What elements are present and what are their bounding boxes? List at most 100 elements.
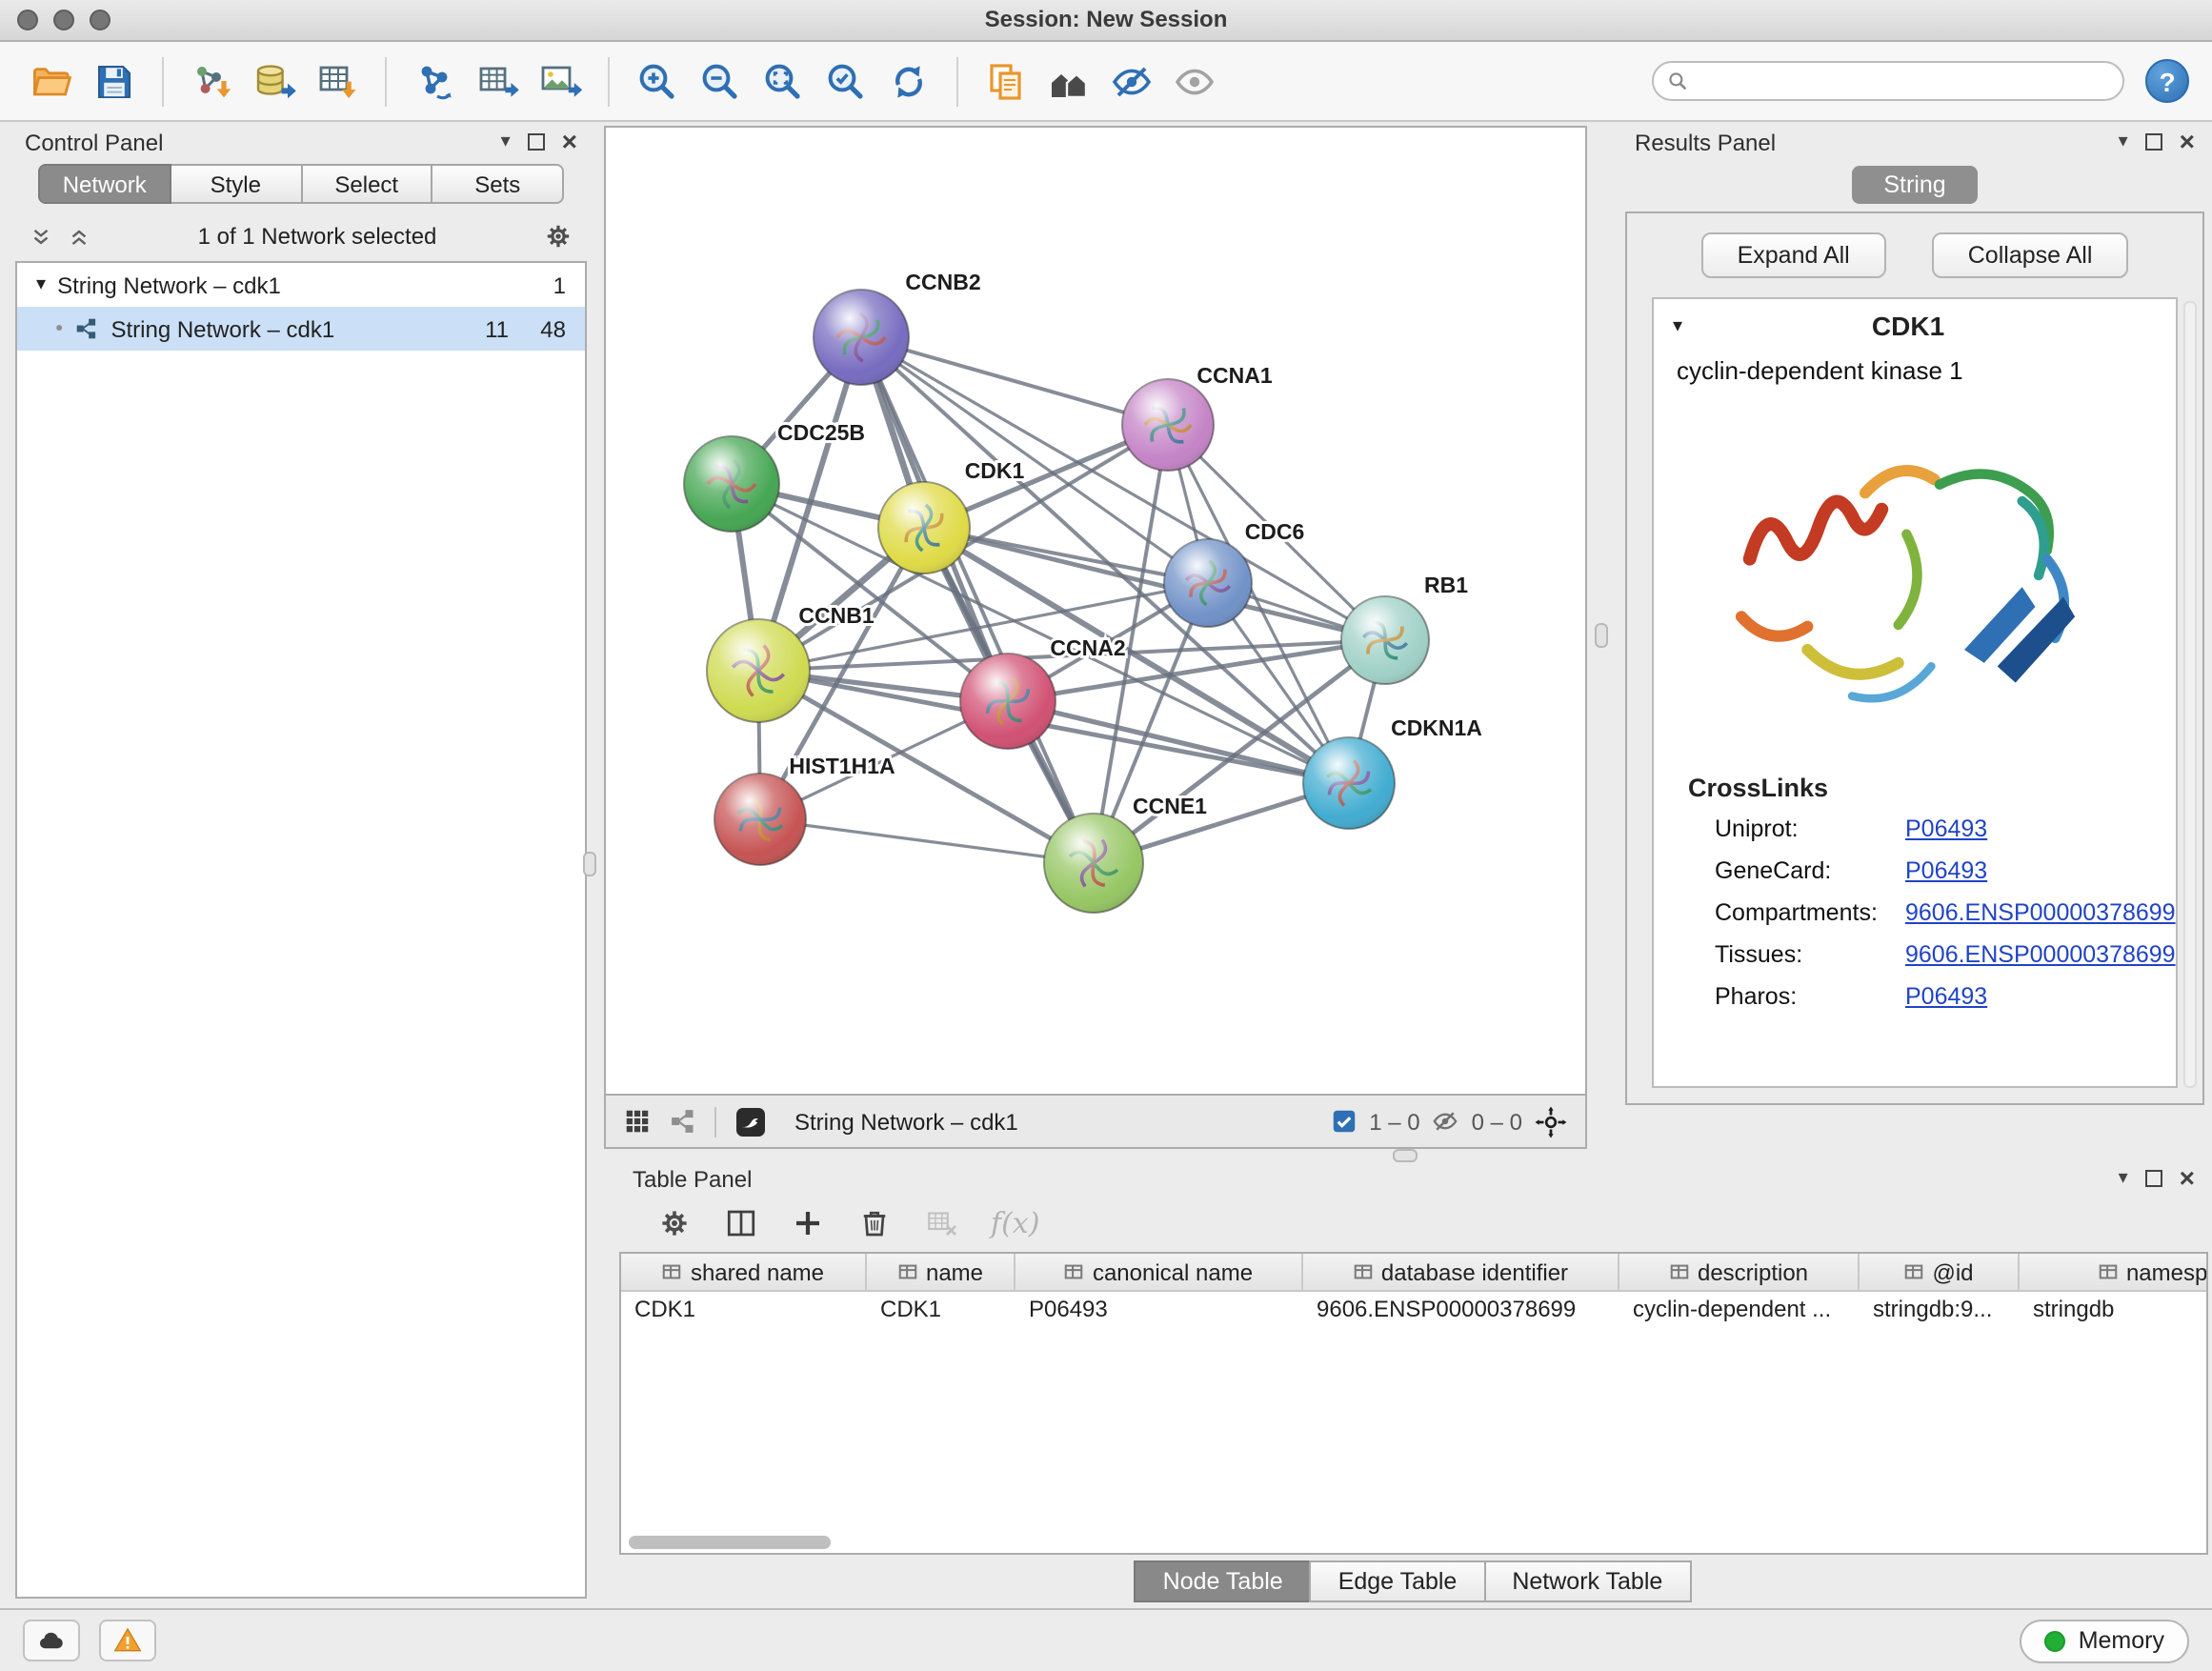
show-columns-icon[interactable]: [724, 1206, 758, 1240]
results-panel-menu-icon[interactable]: ▾: [2119, 132, 2128, 151]
panel-menu-icon[interactable]: ▾: [501, 132, 511, 151]
table-close-panel-icon[interactable]: ×: [2180, 1163, 2195, 1190]
float-panel-icon[interactable]: [528, 133, 545, 151]
results-close-panel-icon[interactable]: ×: [2180, 127, 2195, 153]
import-table-from-file-button[interactable]: [309, 52, 366, 110]
network-node-ccnb1[interactable]: [707, 619, 810, 722]
tab-network[interactable]: Network: [38, 164, 171, 204]
network-edge[interactable]: [861, 337, 1094, 863]
first-neighbors-button[interactable]: [1040, 52, 1097, 110]
network-node-cdc25b[interactable]: [684, 436, 779, 532]
save-session-button[interactable]: [86, 52, 143, 110]
tab-select[interactable]: Select: [302, 164, 433, 204]
network-edge[interactable]: [1008, 701, 1349, 783]
export-image-button[interactable]: [532, 52, 589, 110]
zoom-fit-button[interactable]: [754, 52, 812, 110]
gene-collapse-icon[interactable]: ▾: [1673, 315, 1682, 336]
import-network-from-file-button[interactable]: [183, 52, 240, 110]
splitter-handle-left[interactable]: [583, 852, 596, 876]
column-header-namespace[interactable]: namespace: [2020, 1254, 2208, 1290]
import-network-from-database-button[interactable]: [246, 52, 303, 110]
warnings-button[interactable]: [99, 1620, 156, 1661]
maximize-window-button[interactable]: [90, 10, 111, 30]
network-node-hist1h1a[interactable]: [714, 774, 806, 865]
column-header--id[interactable]: @id: [1860, 1254, 2020, 1290]
crosslink-link[interactable]: 9606.ENSP00000378699: [1905, 941, 2176, 968]
help-button[interactable]: ?: [2145, 59, 2189, 103]
collapse-all-networks-icon[interactable]: [29, 224, 53, 249]
minimize-window-button[interactable]: [53, 10, 74, 30]
grid-view-icon[interactable]: [623, 1107, 652, 1136]
apply-preferred-layout-button[interactable]: [880, 52, 937, 110]
export-table-button[interactable]: [469, 52, 526, 110]
network-node-ccnb2[interactable]: [814, 290, 909, 385]
column-header-database-identifier[interactable]: database identifier: [1303, 1254, 1619, 1290]
column-header-name[interactable]: name: [867, 1254, 1016, 1290]
open-session-button[interactable]: [23, 52, 80, 110]
tree-expanded-icon[interactable]: ▾: [36, 274, 46, 295]
tab-sets[interactable]: Sets: [433, 164, 565, 204]
network-node-ccne1[interactable]: [1044, 814, 1143, 913]
tab-network-table[interactable]: Network Table: [1483, 1560, 1691, 1602]
hidden-eye-slash-icon[interactable]: [1432, 1107, 1460, 1136]
network-node-rb1[interactable]: [1341, 596, 1429, 684]
expand-all-networks-icon[interactable]: [67, 224, 91, 249]
table-cell[interactable]: CDK1: [621, 1292, 867, 1330]
results-scrollbar[interactable]: [2183, 301, 2197, 1088]
crosslink-link[interactable]: P06493: [1905, 815, 1987, 842]
network-options-gear-icon[interactable]: [543, 221, 573, 252]
close-window-button[interactable]: [17, 10, 38, 30]
selected-checkbox-icon[interactable]: [1329, 1107, 1357, 1136]
column-header-canonical-name[interactable]: canonical name: [1016, 1254, 1303, 1290]
results-float-panel-icon[interactable]: [2145, 133, 2162, 151]
tab-edge-table[interactable]: Edge Table: [1310, 1560, 1486, 1602]
new-network-from-selection-button[interactable]: [406, 52, 463, 110]
crosslink-link[interactable]: 9606.ENSP00000378699: [1905, 899, 2176, 926]
table-cell[interactable]: CDK1: [867, 1292, 1016, 1330]
network-node-ccna2[interactable]: [960, 654, 1056, 749]
splitter-handle-bottom[interactable]: [1393, 1149, 1418, 1162]
splitter-handle-right[interactable]: [1595, 623, 1608, 648]
memory-button[interactable]: Memory: [2020, 1619, 2189, 1662]
network-node-cdkn1a[interactable]: [1303, 737, 1395, 829]
network-node-cdc6[interactable]: [1164, 539, 1252, 627]
crosslink-link[interactable]: P06493: [1905, 857, 1987, 884]
network-canvas[interactable]: CCNB2CCNA1CDC25BCDK1CDC6RB1CCNB1CCNA2CDK…: [604, 126, 1587, 1096]
network-node-ccna1[interactable]: [1122, 379, 1214, 471]
show-all-button[interactable]: [1166, 52, 1223, 110]
copy-button[interactable]: [977, 52, 1035, 110]
table-horizontal-scrollbar[interactable]: [629, 1536, 831, 1549]
zoom-out-button[interactable]: [692, 52, 749, 110]
table-panel-menu-icon[interactable]: ▾: [2119, 1169, 2128, 1188]
hide-selected-button[interactable]: [1103, 52, 1160, 110]
network-row[interactable]: ● String Network – cdk1 11 48: [17, 307, 585, 351]
collapse-all-button[interactable]: Collapse All: [1932, 232, 2129, 278]
zoom-selected-button[interactable]: [817, 52, 875, 110]
table-cell[interactable]: cyclin-dependent ...: [1619, 1292, 1860, 1330]
delete-column-icon[interactable]: [857, 1206, 892, 1240]
cloud-button[interactable]: [23, 1620, 80, 1661]
table-cell[interactable]: P06493: [1016, 1292, 1303, 1330]
close-panel-icon[interactable]: ×: [562, 127, 577, 153]
node-table-row[interactable]: CDK1CDK1P064939606.ENSP00000378699cyclin…: [621, 1292, 2206, 1330]
network-node-cdk1[interactable]: [878, 482, 970, 574]
tab-style[interactable]: Style: [171, 164, 303, 204]
network-collection-row[interactable]: ▾ String Network – cdk1 1: [17, 263, 585, 307]
table-cell[interactable]: stringdb: [2020, 1292, 2208, 1330]
cytoscape-bird-icon[interactable]: [734, 1104, 768, 1138]
table-cell[interactable]: 9606.ENSP00000378699: [1303, 1292, 1619, 1330]
gene-card-header[interactable]: ▾ CDK1: [1654, 299, 2176, 352]
table-settings-gear-icon[interactable]: [657, 1206, 692, 1240]
search-input[interactable]: [1652, 61, 2124, 101]
tab-node-table[interactable]: Node Table: [1135, 1560, 1312, 1602]
column-header-description[interactable]: description: [1619, 1254, 1860, 1290]
tab-string[interactable]: String: [1851, 165, 1978, 203]
fit-content-crosshair-icon[interactable]: [1534, 1104, 1568, 1138]
zoom-in-button[interactable]: [629, 52, 686, 110]
column-header-shared-name[interactable]: shared name: [621, 1254, 867, 1290]
add-column-icon[interactable]: [791, 1206, 825, 1240]
crosslink-link[interactable]: P06493: [1905, 983, 1987, 1010]
table-float-panel-icon[interactable]: [2145, 1170, 2162, 1187]
expand-all-button[interactable]: Expand All: [1701, 232, 1886, 278]
network-share-icon[interactable]: [669, 1107, 697, 1136]
